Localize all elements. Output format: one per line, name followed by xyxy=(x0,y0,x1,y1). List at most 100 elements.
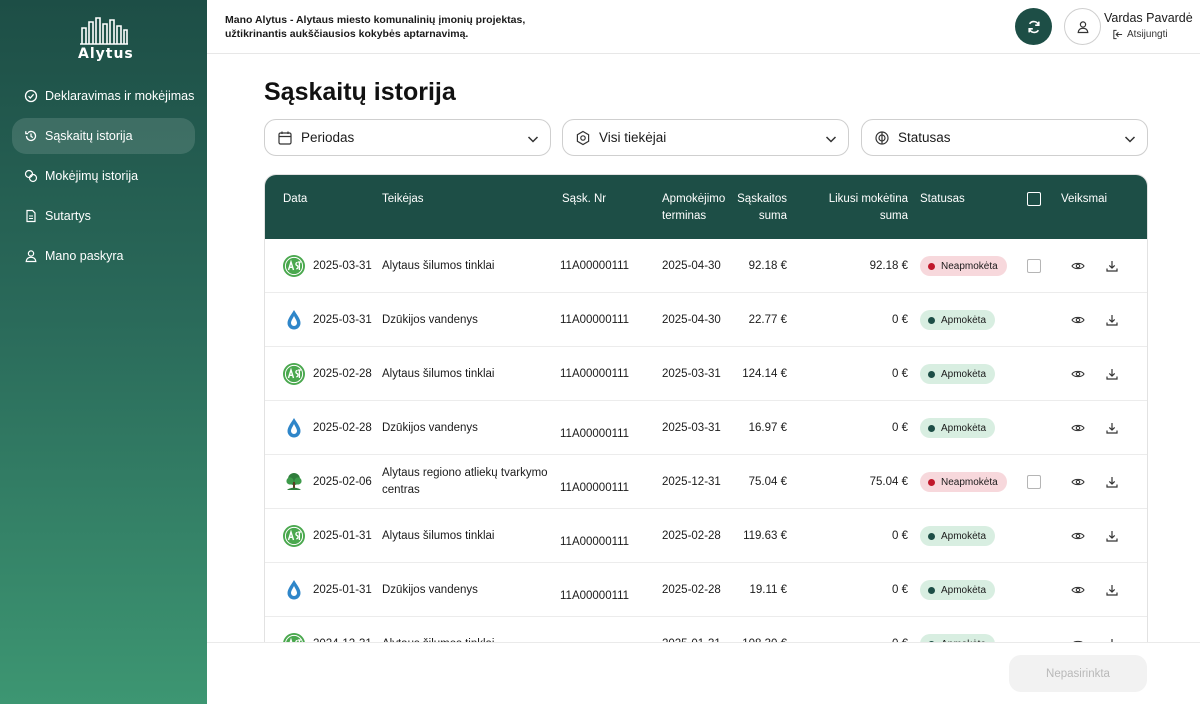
logout-link[interactable]: Atsijungti xyxy=(1112,29,1168,40)
payments-icon xyxy=(24,169,38,183)
amount-left: 0 € xyxy=(892,422,908,434)
download-icon[interactable] xyxy=(1105,367,1119,381)
ast-logo-icon xyxy=(282,254,306,278)
download-icon[interactable] xyxy=(1105,583,1119,597)
status-label: Apmokėta xyxy=(941,530,987,542)
view-icon[interactable] xyxy=(1071,313,1085,327)
column-header-amount-left[interactable]: Likusi mokėtina suma xyxy=(805,191,908,225)
due-date: 2025-04-30 xyxy=(662,260,721,272)
ast-logo-icon xyxy=(282,362,306,386)
amount-left: 0 € xyxy=(892,314,908,326)
view-icon[interactable] xyxy=(1071,367,1085,381)
status-badge: Apmokėta xyxy=(920,526,996,546)
column-header-status[interactable]: Statusas xyxy=(920,191,965,208)
column-header-invoice-sum[interactable]: Sąskaitos suma xyxy=(725,191,787,225)
invoice-date: 2025-01-31 xyxy=(313,530,372,542)
providers-filter-select[interactable]: Visi tiekėjai xyxy=(562,119,849,156)
period-filter-label: Periodas xyxy=(301,130,355,145)
sidebar-item-mano-paskyra[interactable]: Mano paskyra xyxy=(12,238,195,274)
due-date: 2025-04-30 xyxy=(662,314,721,326)
sidebar-item-deklaravimas[interactable]: Deklaravimas ir mokėjimas xyxy=(12,78,195,114)
table-row[interactable]: 2025-03-31 Dzūkijos vandenys 11A00000111 20… xyxy=(265,293,1147,347)
column-header-due-date[interactable]: Apmokėjimo terminas xyxy=(662,191,725,225)
status-dot xyxy=(928,586,935,594)
provider-name: Dzūkijos vandenys xyxy=(382,584,478,596)
refresh-button[interactable] xyxy=(1015,8,1052,45)
status-label: Neapmokėta xyxy=(941,260,998,272)
status-badge: Apmokėta xyxy=(920,364,996,384)
provider-name: Dzūkijos vandenys xyxy=(382,422,478,434)
column-header-line: suma xyxy=(758,210,787,222)
sidebar-item-saskaitu-istorija[interactable]: Sąskaitų istorija xyxy=(12,118,195,154)
status-filter-select[interactable]: Statusas xyxy=(861,119,1148,156)
column-header-line: Sąskaitos xyxy=(737,193,787,205)
logout-icon xyxy=(1113,29,1123,40)
sidebar-item-label: Deklaravimas ir mokėjimas xyxy=(45,89,195,103)
download-icon[interactable] xyxy=(1105,313,1119,327)
document-icon xyxy=(24,209,38,223)
download-icon[interactable] xyxy=(1105,421,1119,435)
download-icon[interactable] xyxy=(1105,475,1119,489)
footer-bar: Nepasirinkta xyxy=(207,642,1200,704)
amount-left: 0 € xyxy=(892,530,908,542)
water-drop-logo-icon xyxy=(282,578,306,602)
row-select-checkbox[interactable] xyxy=(1027,259,1041,273)
provider-name: Dzūkijos vandenys xyxy=(382,314,478,326)
provider-name-line: Alytaus regiono atliekų tvarkymo xyxy=(382,467,548,479)
refresh-icon xyxy=(1027,20,1040,33)
row-select-checkbox[interactable] xyxy=(1027,475,1041,489)
sidebar-item-mokejimu-istorija[interactable]: Mokėjimų istorija xyxy=(12,158,195,194)
column-header-invoice-number[interactable]: Sąsk. Nr xyxy=(562,191,606,208)
due-date: 2025-12-31 xyxy=(662,476,721,488)
logo-text: Alytus xyxy=(78,46,134,62)
view-icon[interactable] xyxy=(1071,529,1085,543)
pay-selected-button[interactable]: Nepasirinkta xyxy=(1009,655,1147,692)
due-date: 2025-03-31 xyxy=(662,422,721,434)
status-badge: Apmokėta xyxy=(920,580,996,600)
status-label: Apmokėta xyxy=(941,584,987,596)
column-header-provider[interactable]: Teikėjas xyxy=(382,191,424,208)
provider-name: Alytaus šilumos tinklai xyxy=(382,530,495,542)
status-dot xyxy=(928,532,935,540)
chevron-down-icon xyxy=(1124,136,1136,143)
status-badge: Apmokėta xyxy=(920,310,996,330)
avatar[interactable] xyxy=(1064,8,1101,45)
logout-label: Atsijungti xyxy=(1127,29,1168,40)
status-label: Apmokėta xyxy=(941,314,987,326)
status-dot xyxy=(928,316,935,324)
table-row[interactable]: 2025-01-31 Dzūkijos vandenys 11A00000111 20… xyxy=(265,563,1147,617)
sidebar-item-label: Sutartys xyxy=(45,209,91,223)
column-header-date[interactable]: Data xyxy=(283,191,307,208)
invoice-sum: 22.77 € xyxy=(748,314,787,326)
table-row[interactable]: 2025-03-31 Alytaus šilumos tinklai 11A0000… xyxy=(265,239,1147,293)
table-row[interactable]: 2025-02-06 Alytaus regiono atliekų tvarky… xyxy=(265,455,1147,509)
provider-name: Alytaus šilumos tinklai xyxy=(382,260,495,272)
period-filter-select[interactable]: Periodas xyxy=(264,119,551,156)
check-circle-icon xyxy=(24,89,38,103)
select-all-checkbox[interactable] xyxy=(1027,192,1041,212)
status-label: Neapmokėta xyxy=(941,476,998,488)
download-icon[interactable] xyxy=(1105,529,1119,543)
chevron-down-icon xyxy=(527,136,539,143)
column-header-actions: Veiksmai xyxy=(1061,193,1108,205)
view-icon[interactable] xyxy=(1071,421,1085,435)
user-icon xyxy=(1077,20,1088,33)
download-icon[interactable] xyxy=(1105,259,1119,273)
alytus-logo[interactable]: Alytus xyxy=(78,16,134,62)
status-filter-label: Statusas xyxy=(898,130,951,145)
status-badge: Neapmokėta xyxy=(920,256,1007,276)
ast-logo-icon xyxy=(282,524,306,548)
table-row[interactable]: 2024-12-31Alytaus šilumos tinklai04C1094… xyxy=(265,617,1147,643)
table-row[interactable]: 2025-02-28 Alytaus šilumos tinklai 11A0000… xyxy=(265,347,1147,401)
due-date: 2025-02-28 xyxy=(662,530,721,542)
table-row[interactable]: 2025-01-31 Alytaus šilumos tinklai 11A0000… xyxy=(265,509,1147,563)
view-icon[interactable] xyxy=(1071,583,1085,597)
sidebar-item-sutartys[interactable]: Sutartys xyxy=(12,198,195,234)
view-icon[interactable] xyxy=(1071,475,1085,489)
city-skyline-icon xyxy=(80,17,128,45)
status-badge: Apmokėta xyxy=(920,418,996,438)
invoice-date: 2025-03-31 xyxy=(313,260,372,272)
table-row[interactable]: 2025-02-28 Dzūkijos vandenys 11A00000111 20… xyxy=(265,401,1147,455)
sidebar: Alytus Deklaravimas ir mokėjimas Sąskait… xyxy=(0,0,207,704)
view-icon[interactable] xyxy=(1071,259,1085,273)
